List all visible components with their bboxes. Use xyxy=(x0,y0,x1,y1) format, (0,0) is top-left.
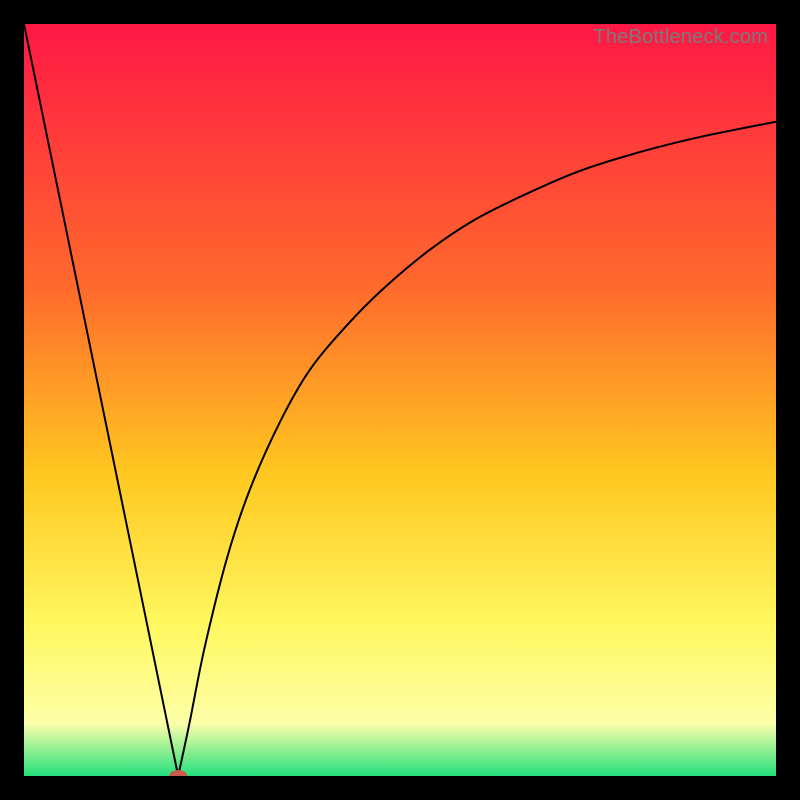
chart-plot xyxy=(24,24,776,776)
watermark-label: TheBottleneck.com xyxy=(593,26,768,49)
gradient-background xyxy=(24,24,776,776)
chart-frame: TheBottleneck.com xyxy=(24,24,776,776)
